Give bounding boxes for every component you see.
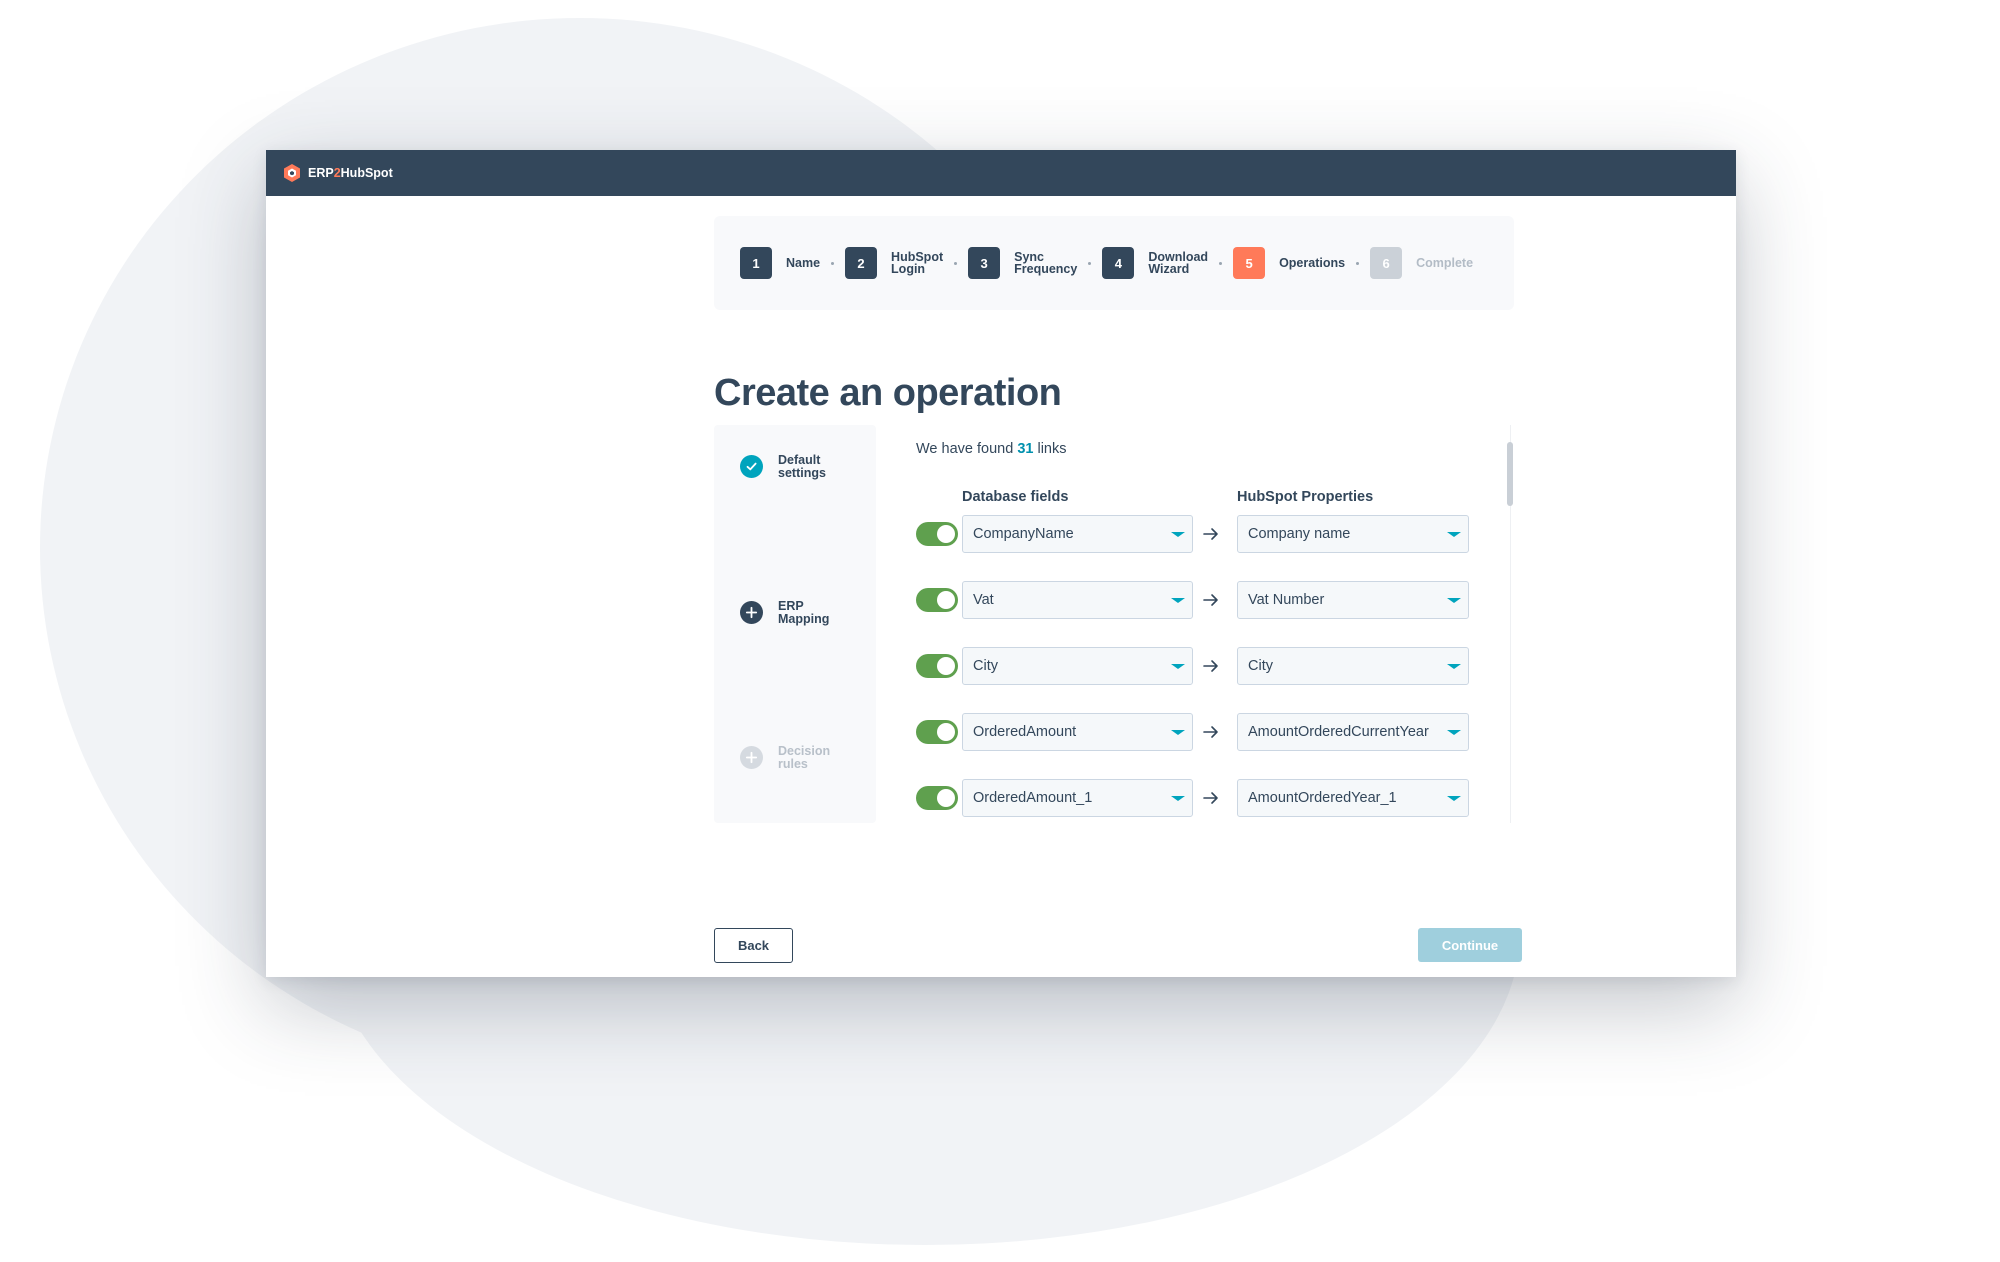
step-label: Complete bbox=[1416, 256, 1474, 270]
mapping-row: Vat Vat Number bbox=[916, 581, 1469, 619]
back-button[interactable]: Back bbox=[714, 928, 793, 963]
step-number: 3 bbox=[968, 247, 1001, 279]
links-found-text: We have found 31 links bbox=[916, 441, 1067, 457]
arrow-right-icon bbox=[1203, 792, 1218, 804]
mapping-toggle[interactable] bbox=[916, 522, 958, 546]
section-decision-rules: Decision rules bbox=[740, 745, 830, 770]
step-separator bbox=[954, 261, 958, 265]
step-number: 6 bbox=[1370, 247, 1403, 279]
column-header-database-fields: Database fields bbox=[962, 489, 1069, 505]
mapping-row: OrderedAmount_1 AmountOrderedYear_1 bbox=[916, 779, 1469, 817]
database-field-select[interactable]: OrderedAmount_1 bbox=[962, 779, 1193, 817]
column-header-hubspot-properties: HubSpot Properties bbox=[1237, 489, 1374, 505]
mapping-toggle[interactable] bbox=[916, 720, 958, 744]
step-sync-frequency[interactable]: 3 Sync Frequency bbox=[968, 247, 1077, 279]
caret-down-icon bbox=[1447, 598, 1461, 603]
step-hubspot-login[interactable]: 2 HubSpot Login bbox=[845, 247, 943, 279]
section-label: Default settings bbox=[778, 453, 826, 480]
caret-down-icon bbox=[1171, 598, 1185, 603]
step-separator bbox=[1219, 261, 1223, 265]
toggle-knob bbox=[937, 789, 955, 807]
app-window: ERP2HubSpot 1 Name 2 HubSpot Login 3 Sync… bbox=[266, 150, 1736, 977]
step-number: 5 bbox=[1233, 247, 1266, 279]
step-number: 1 bbox=[740, 247, 772, 279]
database-field-select[interactable]: City bbox=[962, 647, 1193, 685]
mapping-row: OrderedAmount AmountOrderedCurrentYear bbox=[916, 713, 1469, 751]
step-name[interactable]: 1 Name bbox=[740, 247, 820, 279]
section-label: Decision rules bbox=[778, 744, 831, 771]
step-number: 2 bbox=[845, 247, 878, 279]
database-field-select[interactable]: CompanyName bbox=[962, 515, 1193, 553]
links-count: 31 bbox=[1017, 441, 1034, 457]
toggle-knob bbox=[937, 723, 955, 741]
top-bar: ERP2HubSpot bbox=[266, 150, 1736, 196]
plus-circle-icon bbox=[740, 601, 763, 624]
step-label: Sync Frequency bbox=[1014, 250, 1078, 276]
sections-sidebar: Default settings ERP Mapping Decision rules bbox=[714, 425, 876, 823]
mapping-toggle[interactable] bbox=[916, 786, 958, 810]
erp2hubspot-logo-icon bbox=[284, 164, 300, 182]
mapping-scrollbar-thumb[interactable] bbox=[1507, 442, 1513, 506]
step-label: Download Wizard bbox=[1148, 250, 1209, 276]
step-operations[interactable]: 5 Operations bbox=[1233, 247, 1345, 279]
database-field-select[interactable]: Vat bbox=[962, 581, 1193, 619]
caret-down-icon bbox=[1171, 532, 1185, 537]
hubspot-property-select[interactable]: Company name bbox=[1237, 515, 1469, 553]
hubspot-property-select[interactable]: AmountOrderedYear_1 bbox=[1237, 779, 1469, 817]
wizard-stepper: 1 Name 2 HubSpot Login 3 Sync Frequency 4 … bbox=[714, 216, 1514, 310]
database-field-select[interactable]: OrderedAmount bbox=[962, 713, 1193, 751]
hubspot-property-select[interactable]: AmountOrderedCurrentYear bbox=[1237, 713, 1469, 751]
step-number: 4 bbox=[1102, 247, 1135, 279]
page-title: Create an operation bbox=[714, 372, 1062, 414]
toggle-knob bbox=[937, 591, 955, 609]
caret-down-icon bbox=[1447, 796, 1461, 801]
caret-down-icon bbox=[1447, 730, 1461, 735]
arrow-right-icon bbox=[1203, 660, 1218, 672]
section-label: ERP Mapping bbox=[778, 599, 830, 626]
caret-down-icon bbox=[1447, 532, 1461, 537]
mapping-panel: We have found 31 links Database fields H… bbox=[876, 425, 1511, 823]
step-separator bbox=[1088, 261, 1092, 265]
step-label: HubSpot Login bbox=[891, 250, 944, 276]
step-label: Name bbox=[786, 256, 821, 270]
toggle-knob bbox=[937, 525, 955, 543]
step-separator bbox=[1356, 261, 1360, 265]
arrow-right-icon bbox=[1203, 528, 1218, 540]
mapping-row: CompanyName Company name bbox=[916, 515, 1469, 553]
caret-down-icon bbox=[1171, 796, 1185, 801]
check-circle-icon bbox=[740, 455, 763, 478]
arrow-right-icon bbox=[1203, 726, 1218, 738]
step-complete: 6 Complete bbox=[1370, 247, 1473, 279]
caret-down-icon bbox=[1171, 730, 1185, 735]
mapping-row: City City bbox=[916, 647, 1469, 685]
mapping-toggle[interactable] bbox=[916, 654, 958, 678]
toggle-knob bbox=[937, 657, 955, 675]
hubspot-property-select[interactable]: City bbox=[1237, 647, 1469, 685]
section-erp-mapping[interactable]: ERP Mapping bbox=[740, 600, 829, 625]
step-separator bbox=[831, 261, 835, 265]
step-download-wizard[interactable]: 4 Download Wizard bbox=[1102, 247, 1208, 279]
step-label: Operations bbox=[1279, 256, 1346, 270]
brand-name: ERP2HubSpot bbox=[308, 166, 393, 180]
hubspot-property-select[interactable]: Vat Number bbox=[1237, 581, 1469, 619]
section-default-settings[interactable]: Default settings bbox=[740, 454, 826, 479]
caret-down-icon bbox=[1447, 664, 1461, 669]
arrow-right-icon bbox=[1203, 594, 1218, 606]
caret-down-icon bbox=[1171, 664, 1185, 669]
plus-circle-icon bbox=[740, 746, 763, 769]
continue-button[interactable]: Continue bbox=[1418, 928, 1522, 962]
mapping-toggle[interactable] bbox=[916, 588, 958, 612]
